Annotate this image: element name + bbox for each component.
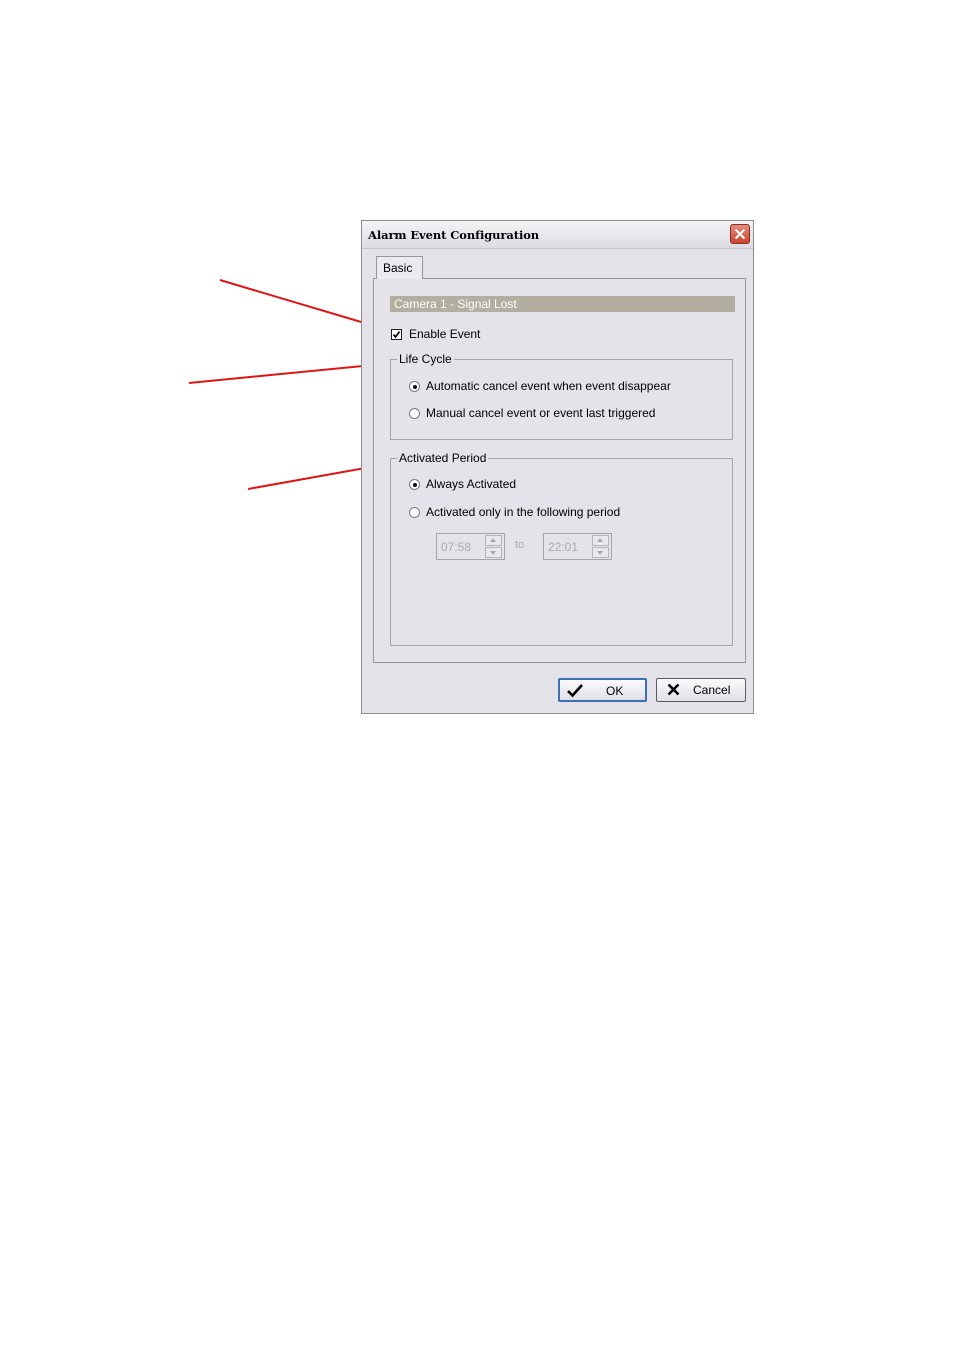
close-button[interactable] <box>730 224 750 244</box>
activated-period-label: Activated only in the following period <box>426 505 621 519</box>
start-time-value: 07:58 <box>441 540 472 554</box>
always-activated-label: Always Activated <box>426 477 517 491</box>
activated-period-group: Activated Period Always Activated Activa… <box>390 451 733 646</box>
life-cycle-legend: Life Cycle <box>397 352 454 366</box>
radio-automatic-cancel[interactable] <box>409 381 420 392</box>
radio-activated-period[interactable] <box>409 507 420 518</box>
to-label: to <box>515 539 525 551</box>
tab-basic-label: Basic <box>383 261 413 275</box>
checkmark-icon <box>567 684 583 698</box>
dialog-title: Alarm Event Configuration <box>368 228 540 242</box>
ok-button[interactable]: OK <box>558 678 647 702</box>
cancel-button[interactable]: Cancel <box>656 678 746 702</box>
enable-event-label: Enable Event <box>409 327 481 341</box>
radio-always-activated[interactable] <box>409 479 420 490</box>
end-time-spin-up[interactable] <box>592 535 609 546</box>
end-time-spin-down[interactable] <box>592 547 609 558</box>
title-bar[interactable]: Alarm Event Configuration <box>362 221 753 249</box>
end-time-value: 22:01 <box>548 540 579 554</box>
automatic-cancel-label: Automatic cancel event when event disapp… <box>426 379 671 393</box>
spin-down-arrow-icon <box>597 551 603 555</box>
spin-up-arrow-icon <box>597 538 603 542</box>
life-cycle-group: Life Cycle Automatic cancel event when e… <box>390 352 733 440</box>
radio-manual-cancel[interactable] <box>409 408 420 419</box>
alarm-event-dialog: Alarm Event Configuration Basic Camera 1… <box>361 220 754 714</box>
activated-period-legend: Activated Period <box>397 451 489 465</box>
start-time-spin-up[interactable] <box>485 535 502 546</box>
event-name-bar: Camera 1 - Signal Lost <box>390 296 735 312</box>
cancel-button-label: Cancel <box>693 683 731 697</box>
close-x-icon <box>734 228 746 240</box>
spin-up-arrow-icon <box>490 538 496 542</box>
end-time-field[interactable]: 22:01 <box>543 533 612 560</box>
tab-basic[interactable]: Basic <box>376 256 423 279</box>
spin-down-arrow-icon <box>490 551 496 555</box>
enable-event-checkbox[interactable] <box>391 329 402 340</box>
x-mark-icon <box>667 683 680 696</box>
start-time-spin-down[interactable] <box>485 547 502 558</box>
basic-tab-panel: Camera 1 - Signal Lost Enable Event Life… <box>373 278 746 663</box>
ok-button-label: OK <box>606 684 624 698</box>
annotation-line-enable-event <box>219 279 379 328</box>
start-time-field[interactable]: 07:58 <box>436 533 505 560</box>
checkmark-icon <box>392 331 401 339</box>
manual-cancel-label: Manual cancel event or event last trigge… <box>426 406 656 420</box>
